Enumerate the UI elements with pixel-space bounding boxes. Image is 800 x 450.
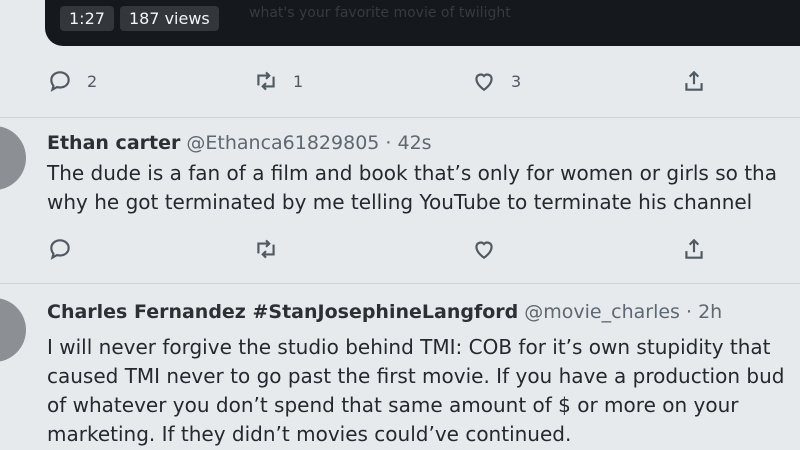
tweet-text-line: I will never forgive the studio behind T… <box>47 335 771 359</box>
tweet-time[interactable]: · 42s <box>385 132 431 154</box>
retweet-count: 1 <box>293 71 304 91</box>
video-meta: 1:27 187 views <box>60 6 219 31</box>
tweet-text-line: The dude is a fan of a film and book tha… <box>47 161 777 185</box>
retweet-icon <box>257 239 275 259</box>
author-name[interactable]: Ethan carter <box>47 132 180 154</box>
tweet-text: I will never forgive the studio behind T… <box>47 333 800 449</box>
reply-count: 2 <box>87 71 98 91</box>
like-count: 3 <box>511 71 522 91</box>
tweet-actions: 2 1 3 <box>45 68 745 98</box>
divider <box>0 283 800 284</box>
like-button[interactable]: 3 <box>471 68 521 94</box>
avatar[interactable] <box>0 126 26 190</box>
video-player[interactable]: 1:27 187 views what's your favorite movi… <box>45 0 800 46</box>
heart-icon <box>475 241 493 259</box>
retweet-button[interactable]: 1 <box>253 68 303 94</box>
reply-button[interactable] <box>47 236 73 262</box>
reply-icon <box>50 71 70 92</box>
video-caption: what's your favorite movie of twilight <box>249 5 511 21</box>
tweet-time[interactable]: · 2h <box>686 301 722 323</box>
reply-icon <box>50 239 70 260</box>
share-button[interactable] <box>681 68 707 94</box>
avatar[interactable] <box>0 298 26 362</box>
tweet-text: The dude is a fan of a film and book tha… <box>47 159 800 217</box>
reply-button[interactable]: 2 <box>47 68 97 94</box>
tweet-text-line: of whatever you don’t spend that same am… <box>47 393 739 417</box>
share-icon <box>685 70 703 91</box>
tweet-text-line: why he got terminated by me telling YouT… <box>47 190 753 214</box>
tweet-actions <box>45 236 745 266</box>
tweet-text-line: caused TMI never to go past the first mo… <box>47 364 785 388</box>
author-name[interactable]: Charles Fernandez #StanJosephineLangford <box>47 301 518 323</box>
author-handle[interactable]: @movie_charles <box>524 301 680 323</box>
heart-icon <box>475 73 493 91</box>
video-duration: 1:27 <box>60 6 114 31</box>
share-button[interactable] <box>681 236 707 262</box>
share-icon <box>685 238 703 259</box>
video-views: 187 views <box>119 6 219 31</box>
retweet-button[interactable] <box>253 236 279 262</box>
tweet-header: Ethan carter @Ethanca61829805 · 42s <box>47 132 432 154</box>
divider <box>0 117 800 118</box>
like-button[interactable] <box>471 236 497 262</box>
author-handle[interactable]: @Ethanca61829805 <box>186 132 379 154</box>
tweet-header: Charles Fernandez #StanJosephineLangford… <box>47 301 722 323</box>
tweet-text-line: marketing. If they didn’t movies could’v… <box>47 422 572 446</box>
retweet-icon <box>257 71 275 91</box>
